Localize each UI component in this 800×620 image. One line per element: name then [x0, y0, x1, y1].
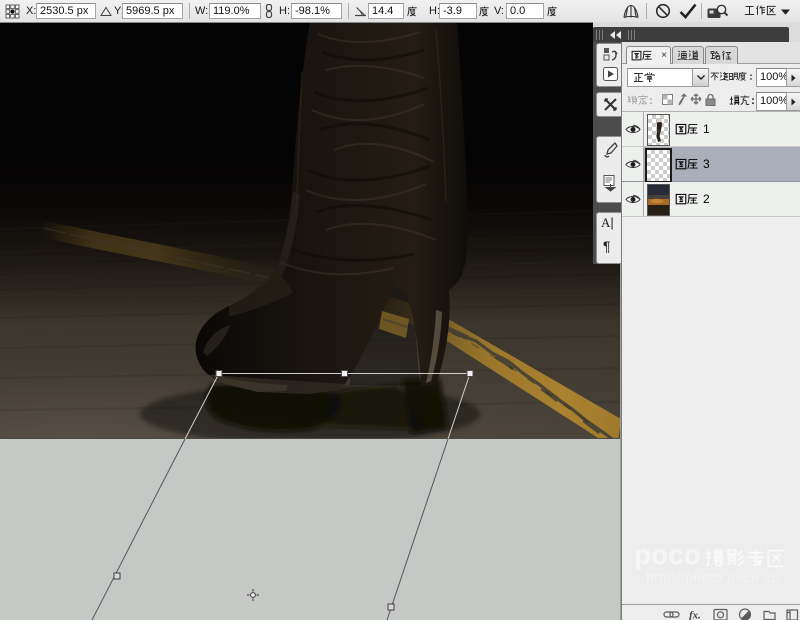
- svg-text:fx.: fx.: [689, 610, 701, 620]
